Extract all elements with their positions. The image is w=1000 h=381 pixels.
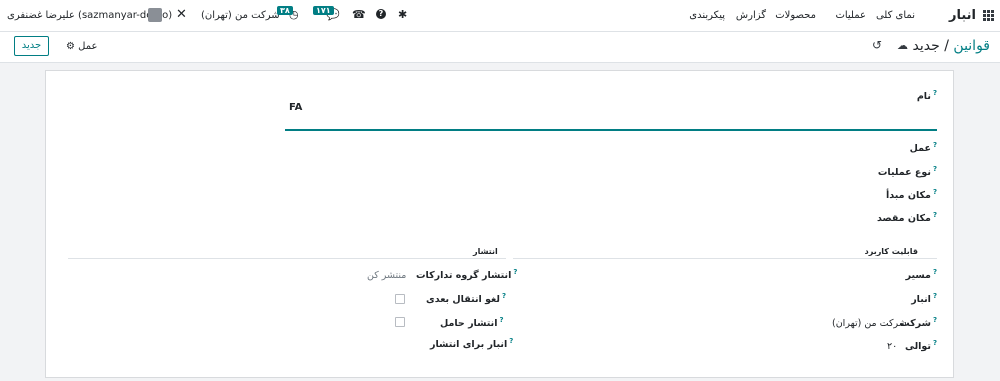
group-propagation-label: انتشار گروه تدارکات?	[416, 268, 518, 282]
destination-location-label: مکان مقصد?	[876, 211, 937, 225]
breadcrumb-separator: /	[944, 38, 949, 54]
applicability-divider	[513, 258, 937, 259]
help-icon[interactable]: ?	[376, 9, 386, 19]
breadcrumb: قوانین / جدید	[913, 38, 990, 54]
top-navbar: انبار نمای کلی عملیات محصولات گزارش پیکر…	[0, 0, 1000, 32]
warehouse-label: انبار?	[911, 292, 937, 306]
new-button[interactable]: جدید	[14, 36, 49, 56]
menu-operations[interactable]: عملیات	[835, 10, 866, 21]
gear-icon: ⚙	[66, 41, 75, 52]
menu-reporting[interactable]: گزارش	[736, 10, 766, 21]
name-underline	[285, 129, 937, 131]
propagation-divider	[68, 258, 506, 259]
messages-badge: ۱۷۱	[313, 6, 334, 15]
apps-grid-icon[interactable]	[983, 10, 994, 21]
bug-icon[interactable]: ✱	[398, 8, 407, 21]
route-label: مسیر?	[905, 268, 937, 282]
control-panel: قوانین / جدید ☁ ↺ جدید ⚙ عمل	[0, 32, 1000, 63]
propagate-warehouse-label: انبار برای انتشار?	[430, 337, 514, 351]
phone-icon[interactable]: ☎	[352, 8, 366, 21]
company-value[interactable]: شرکت من (تهران)	[832, 318, 907, 329]
menu-products[interactable]: محصولات	[775, 10, 816, 21]
menu-configuration[interactable]: پیکربندی	[689, 10, 725, 21]
avatar[interactable]	[148, 8, 162, 22]
propagation-title: انتشار	[473, 247, 498, 256]
tools-icon[interactable]: ✕	[176, 7, 187, 22]
activity-badge: ۳۸	[277, 6, 293, 15]
cancel-next-move-checkbox[interactable]	[395, 294, 405, 304]
sequence-input[interactable]: ۲۰	[887, 341, 897, 352]
app-name[interactable]: انبار	[949, 8, 976, 23]
source-location-label: مکان مبدأ?	[886, 188, 937, 202]
sequence-label: توالی?	[904, 339, 937, 353]
menu-overview[interactable]: نمای کلی	[876, 10, 915, 21]
action-field-label: عمل?	[909, 141, 937, 155]
name-label: نام?	[916, 89, 937, 103]
save-cloud-icon[interactable]: ☁	[897, 39, 908, 52]
form-sheet: نام? FA عمل? نوع عملیات? مکان مبدأ? مکان…	[45, 70, 954, 378]
breadcrumb-current: جدید	[912, 38, 940, 54]
propagate-carrier-label: انتشار حامل?	[440, 316, 504, 330]
action-menu[interactable]: ⚙ عمل	[66, 41, 97, 52]
cancel-next-move-label: لغو انتقال بعدی?	[426, 292, 507, 306]
group-propagation-select[interactable]: منتشر کن	[367, 270, 406, 281]
breadcrumb-parent[interactable]: قوانین	[953, 38, 990, 54]
name-input[interactable]: FA	[289, 102, 302, 113]
applicability-title: قابلیت کاربرد	[864, 247, 918, 256]
propagate-carrier-checkbox[interactable]	[395, 317, 405, 327]
picking-type-label: نوع عملیات?	[877, 165, 937, 179]
action-label: عمل	[78, 41, 98, 52]
discard-icon[interactable]: ↺	[872, 38, 882, 52]
company-switcher[interactable]: شرکت من (تهران)	[201, 10, 280, 21]
